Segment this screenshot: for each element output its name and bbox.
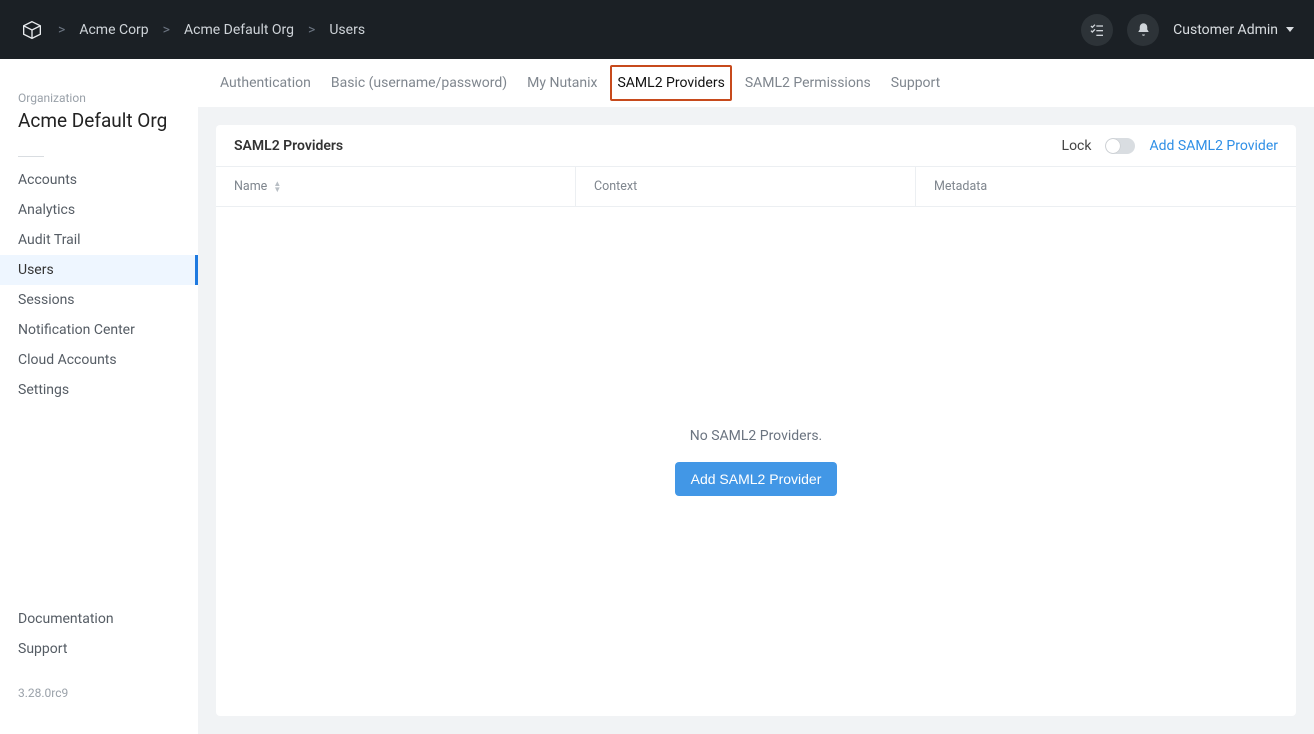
add-provider-button[interactable]: Add SAML2 Provider	[675, 462, 838, 496]
column-context-label: Context	[594, 179, 637, 194]
sidebar-item-documentation[interactable]: Documentation	[0, 604, 198, 634]
sidebar-item-support[interactable]: Support	[0, 634, 198, 664]
top-bar: > Acme Corp > Acme Default Org > Users C…	[0, 0, 1314, 59]
user-menu[interactable]: Customer Admin	[1173, 22, 1294, 38]
panel-header: SAML2 Providers Lock Add SAML2 Provider	[216, 125, 1296, 167]
org-name: Acme Default Org	[18, 109, 180, 132]
sidebar-item-settings[interactable]: Settings	[0, 375, 198, 405]
column-name-label: Name	[234, 179, 267, 194]
lock-label: Lock	[1062, 138, 1092, 154]
tab-my-nutanix[interactable]: My Nutanix	[525, 63, 599, 103]
column-metadata[interactable]: Metadata	[916, 179, 1296, 194]
panel: SAML2 Providers Lock Add SAML2 Provider …	[216, 125, 1296, 716]
column-name[interactable]: Name ▲▼	[216, 167, 576, 206]
panel-title: SAML2 Providers	[234, 138, 343, 154]
tab-saml2-permissions[interactable]: SAML2 Permissions	[743, 63, 873, 103]
sidebar-item-audit-trail[interactable]: Audit Trail	[0, 225, 198, 255]
tabs: Authentication Basic (username/password)…	[198, 59, 1314, 107]
panel-actions: Lock Add SAML2 Provider	[1062, 138, 1278, 154]
column-metadata-label: Metadata	[934, 179, 987, 194]
sidebar: Organization Acme Default Org Accounts A…	[0, 59, 198, 734]
chevron-down-icon	[1286, 27, 1294, 32]
chevron-right-icon: >	[58, 22, 65, 38]
tab-authentication[interactable]: Authentication	[218, 63, 313, 103]
divider	[18, 156, 44, 157]
tab-support[interactable]: Support	[889, 63, 942, 103]
sidebar-nav: Accounts Analytics Audit Trail Users Ses…	[0, 165, 198, 405]
sidebar-item-users[interactable]: Users	[0, 255, 198, 285]
sidebar-item-analytics[interactable]: Analytics	[0, 195, 198, 225]
tab-basic[interactable]: Basic (username/password)	[329, 63, 509, 103]
toggle-knob	[1106, 139, 1120, 153]
tasks-icon[interactable]	[1081, 14, 1113, 46]
breadcrumb-item[interactable]: Acme Default Org	[184, 22, 294, 38]
sidebar-item-cloud-accounts[interactable]: Cloud Accounts	[0, 345, 198, 375]
breadcrumb-item[interactable]: Acme Corp	[79, 22, 148, 38]
bell-icon[interactable]	[1127, 14, 1159, 46]
main: Authentication Basic (username/password)…	[198, 59, 1314, 734]
sort-icon: ▲▼	[273, 181, 281, 193]
sidebar-section-label: Organization	[18, 91, 180, 105]
logo-icon[interactable]	[20, 18, 44, 42]
chevron-right-icon: >	[308, 22, 315, 38]
lock-toggle[interactable]	[1105, 138, 1135, 154]
topbar-right: Customer Admin	[1081, 14, 1294, 46]
add-provider-link[interactable]: Add SAML2 Provider	[1149, 138, 1278, 154]
tab-saml2-providers[interactable]: SAML2 Providers	[615, 63, 726, 103]
topbar-left: > Acme Corp > Acme Default Org > Users	[20, 18, 365, 42]
empty-message: No SAML2 Providers.	[690, 428, 822, 444]
sidebar-item-notification-center[interactable]: Notification Center	[0, 315, 198, 345]
user-menu-label: Customer Admin	[1173, 22, 1278, 38]
sidebar-item-accounts[interactable]: Accounts	[0, 165, 198, 195]
chevron-right-icon: >	[163, 22, 170, 38]
sidebar-item-sessions[interactable]: Sessions	[0, 285, 198, 315]
empty-state: No SAML2 Providers. Add SAML2 Provider	[216, 207, 1296, 716]
version-label: 3.28.0rc9	[0, 664, 198, 710]
breadcrumb-item[interactable]: Users	[329, 22, 365, 38]
breadcrumb: > Acme Corp > Acme Default Org > Users	[58, 22, 365, 38]
column-context[interactable]: Context	[576, 167, 916, 206]
table-header: Name ▲▼ Context Metadata	[216, 167, 1296, 207]
